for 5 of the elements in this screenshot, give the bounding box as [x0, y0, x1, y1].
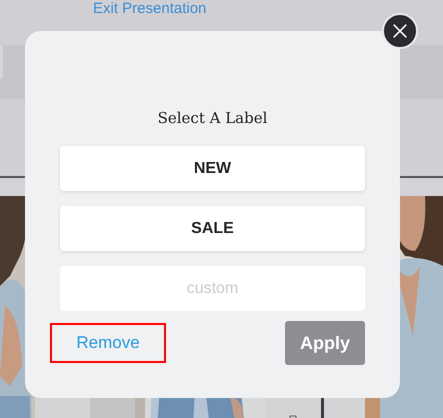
dialog-title: Select A Label: [156, 108, 268, 129]
exit-presentation-link[interactable]: Exit Presentation: [93, 0, 206, 18]
remove-button[interactable]: Remove: [50, 323, 166, 363]
label-option-button[interactable]: NEW: [60, 146, 365, 191]
label-option-button[interactable]: SALE: [60, 206, 365, 251]
